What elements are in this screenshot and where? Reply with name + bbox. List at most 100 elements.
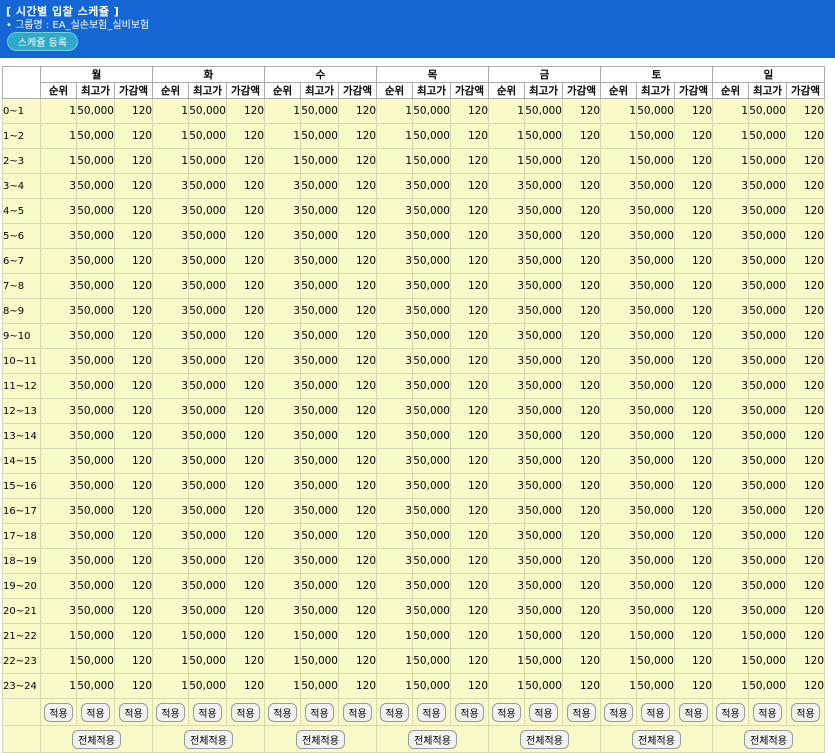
adjust-cell[interactable]: 120 [226, 573, 265, 599]
adjust-cell[interactable]: 120 [786, 223, 825, 249]
rank-cell[interactable]: 3 [488, 598, 525, 624]
max-price-cell[interactable]: 50,000 [748, 623, 787, 649]
rank-cell[interactable]: 3 [376, 498, 413, 524]
adjust-cell[interactable]: 120 [114, 273, 153, 299]
rank-cell[interactable]: 3 [488, 348, 525, 374]
rank-cell[interactable]: 3 [152, 498, 189, 524]
apply-button[interactable]: 적용 [268, 702, 297, 722]
rank-cell[interactable]: 3 [264, 523, 301, 549]
apply-button[interactable]: 적용 [343, 702, 372, 722]
rank-cell[interactable]: 1 [40, 148, 77, 174]
adjust-cell[interactable]: 120 [338, 673, 377, 699]
rank-cell[interactable]: 1 [40, 648, 77, 674]
apply-button[interactable]: 적용 [492, 702, 521, 722]
rank-cell[interactable]: 3 [152, 348, 189, 374]
max-price-cell[interactable]: 50,000 [188, 148, 227, 174]
rank-cell[interactable]: 3 [376, 448, 413, 474]
adjust-cell[interactable]: 120 [338, 323, 377, 349]
adjust-cell[interactable]: 120 [114, 673, 153, 699]
max-price-cell[interactable]: 50,000 [524, 523, 563, 549]
max-price-cell[interactable]: 50,000 [188, 648, 227, 674]
rank-cell[interactable]: 3 [712, 598, 749, 624]
rank-cell[interactable]: 1 [488, 123, 525, 149]
adjust-cell[interactable]: 120 [674, 248, 713, 274]
adjust-cell[interactable]: 120 [562, 523, 601, 549]
adjust-cell[interactable]: 120 [450, 498, 489, 524]
rank-cell[interactable]: 3 [376, 323, 413, 349]
adjust-cell[interactable]: 120 [674, 423, 713, 449]
rank-cell[interactable]: 3 [264, 323, 301, 349]
adjust-cell[interactable]: 120 [226, 548, 265, 574]
adjust-cell[interactable]: 120 [226, 673, 265, 699]
adjust-cell[interactable]: 120 [562, 198, 601, 224]
rank-cell[interactable]: 3 [488, 223, 525, 249]
max-price-cell[interactable]: 50,000 [412, 173, 451, 199]
adjust-cell[interactable]: 120 [226, 248, 265, 274]
rank-cell[interactable]: 3 [600, 198, 637, 224]
rank-cell[interactable]: 3 [40, 498, 77, 524]
rank-cell[interactable]: 3 [488, 473, 525, 499]
max-price-cell[interactable]: 50,000 [76, 373, 115, 399]
max-price-cell[interactable]: 50,000 [636, 448, 675, 474]
adjust-cell[interactable]: 120 [674, 398, 713, 424]
max-price-cell[interactable]: 50,000 [76, 573, 115, 599]
apply-button[interactable]: 적용 [193, 702, 222, 722]
register-schedule-button[interactable]: 스케쥴 등록 [7, 32, 78, 51]
max-price-cell[interactable]: 50,000 [412, 448, 451, 474]
rank-cell[interactable]: 3 [40, 398, 77, 424]
rank-cell[interactable]: 3 [600, 598, 637, 624]
adjust-cell[interactable]: 120 [786, 248, 825, 274]
adjust-cell[interactable]: 120 [786, 448, 825, 474]
adjust-cell[interactable]: 120 [786, 98, 825, 124]
rank-cell[interactable]: 3 [376, 598, 413, 624]
max-price-cell[interactable]: 50,000 [300, 248, 339, 274]
apply-button[interactable]: 적용 [679, 702, 708, 722]
full-apply-button[interactable]: 전체적용 [632, 729, 681, 749]
rank-cell[interactable]: 3 [40, 573, 77, 599]
adjust-cell[interactable]: 120 [674, 648, 713, 674]
rank-cell[interactable]: 3 [600, 223, 637, 249]
rank-cell[interactable]: 3 [40, 348, 77, 374]
rank-cell[interactable]: 3 [264, 473, 301, 499]
rank-cell[interactable]: 3 [264, 348, 301, 374]
adjust-cell[interactable]: 120 [674, 448, 713, 474]
max-price-cell[interactable]: 50,000 [524, 448, 563, 474]
adjust-cell[interactable]: 120 [114, 498, 153, 524]
max-price-cell[interactable]: 50,000 [748, 98, 787, 124]
adjust-cell[interactable]: 120 [114, 473, 153, 499]
adjust-cell[interactable]: 120 [114, 423, 153, 449]
max-price-cell[interactable]: 50,000 [524, 248, 563, 274]
adjust-cell[interactable]: 120 [338, 148, 377, 174]
max-price-cell[interactable]: 50,000 [188, 548, 227, 574]
rank-cell[interactable]: 3 [152, 223, 189, 249]
max-price-cell[interactable]: 50,000 [524, 198, 563, 224]
adjust-cell[interactable]: 120 [338, 498, 377, 524]
max-price-cell[interactable]: 50,000 [300, 323, 339, 349]
rank-cell[interactable]: 1 [712, 623, 749, 649]
max-price-cell[interactable]: 50,000 [412, 673, 451, 699]
adjust-cell[interactable]: 120 [674, 198, 713, 224]
rank-cell[interactable]: 1 [376, 673, 413, 699]
max-price-cell[interactable]: 50,000 [300, 548, 339, 574]
adjust-cell[interactable]: 120 [450, 473, 489, 499]
rank-cell[interactable]: 3 [600, 173, 637, 199]
rank-cell[interactable]: 3 [712, 498, 749, 524]
adjust-cell[interactable]: 120 [786, 173, 825, 199]
adjust-cell[interactable]: 120 [226, 98, 265, 124]
rank-cell[interactable]: 3 [712, 373, 749, 399]
max-price-cell[interactable]: 50,000 [412, 473, 451, 499]
adjust-cell[interactable]: 120 [338, 273, 377, 299]
rank-cell[interactable]: 3 [376, 373, 413, 399]
adjust-cell[interactable]: 120 [338, 298, 377, 324]
rank-cell[interactable]: 3 [152, 248, 189, 274]
max-price-cell[interactable]: 50,000 [412, 523, 451, 549]
adjust-cell[interactable]: 120 [226, 423, 265, 449]
adjust-cell[interactable]: 120 [562, 448, 601, 474]
rank-cell[interactable]: 1 [600, 123, 637, 149]
adjust-cell[interactable]: 120 [450, 198, 489, 224]
adjust-cell[interactable]: 120 [114, 123, 153, 149]
rank-cell[interactable]: 1 [488, 148, 525, 174]
rank-cell[interactable]: 3 [712, 398, 749, 424]
max-price-cell[interactable]: 50,000 [524, 373, 563, 399]
rank-cell[interactable]: 3 [376, 423, 413, 449]
